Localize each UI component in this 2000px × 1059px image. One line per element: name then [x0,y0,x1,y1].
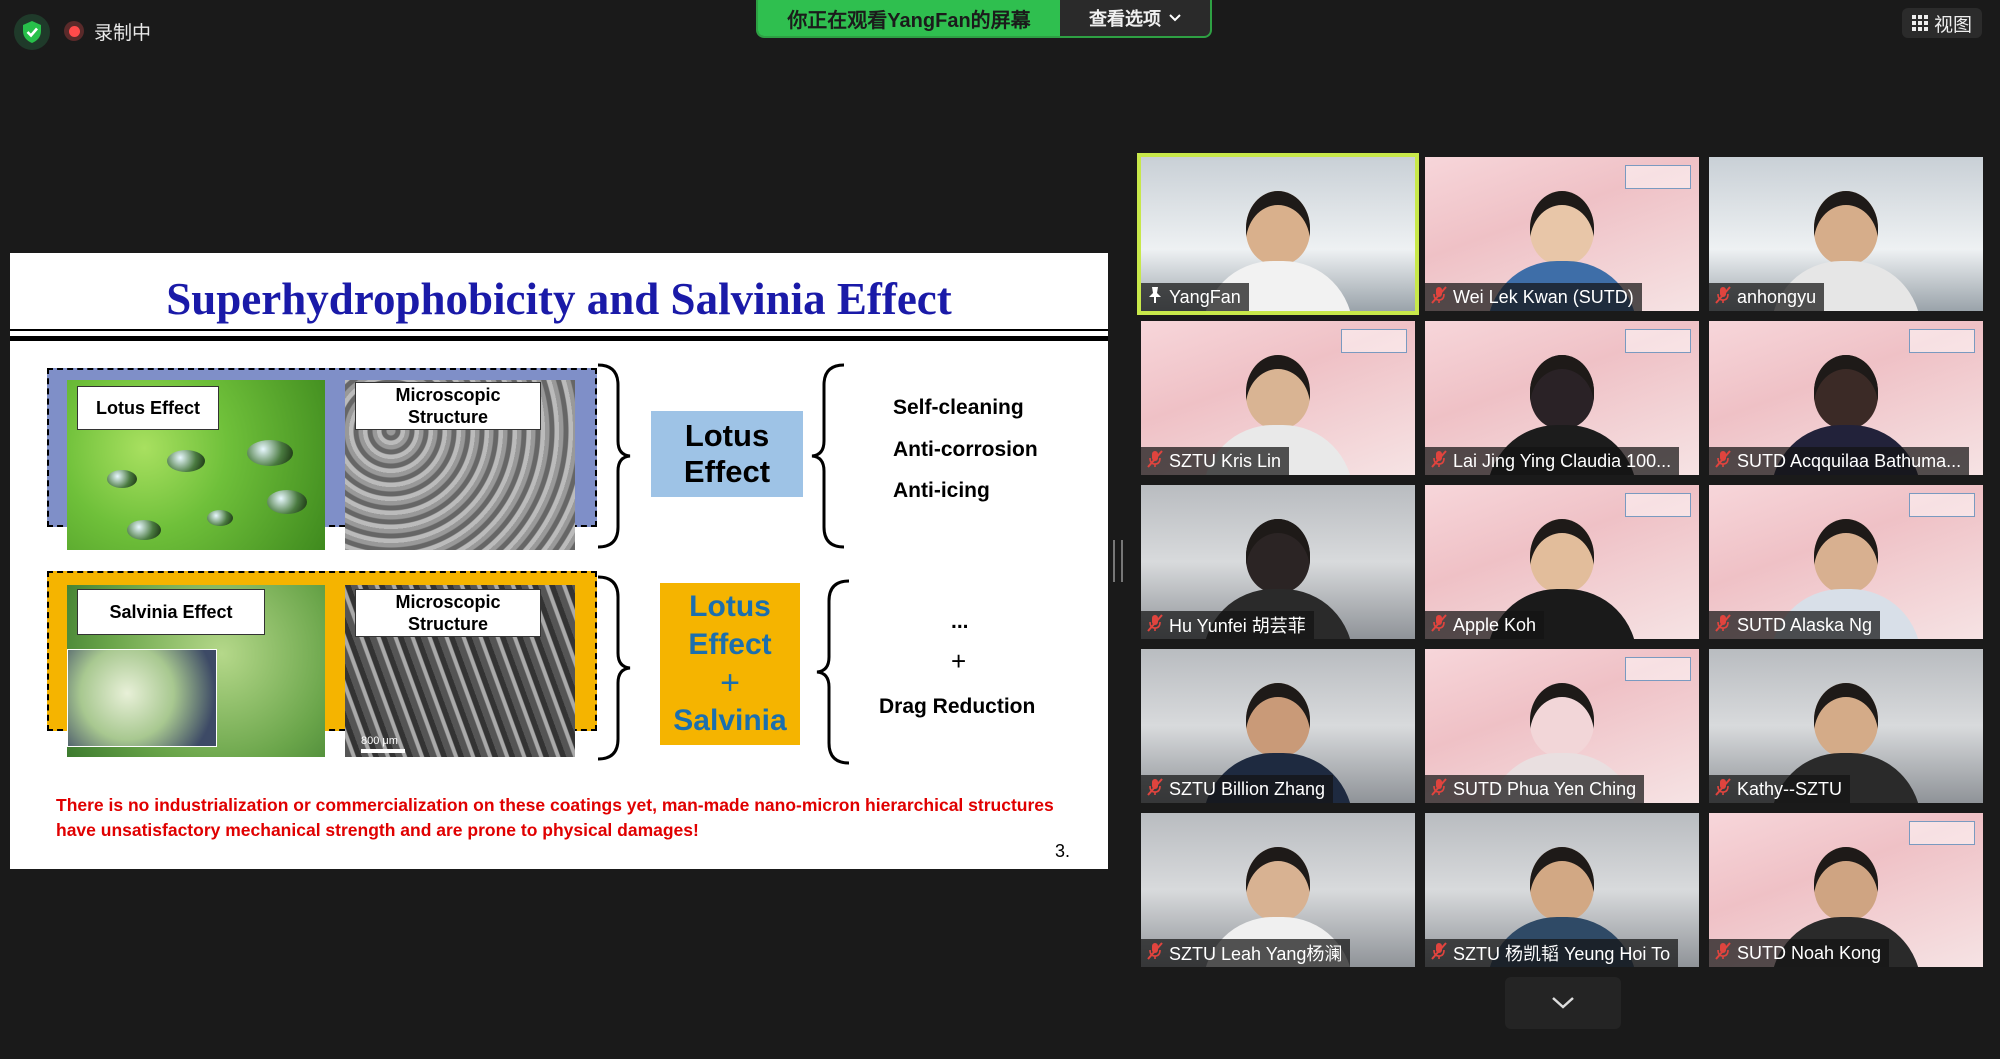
virtual-background-logo [1909,493,1975,517]
mic-off-icon [1431,777,1447,801]
participant-name: Wei Lek Kwan (SUTD) [1453,286,1634,307]
mic-off-icon [1147,777,1163,801]
participant-name-badge: SZTU Kris Lin [1141,447,1290,475]
participant-name-badge: SUTD Phua Yen Ching [1425,775,1645,803]
gallery-scroll-down-button[interactable] [1505,977,1621,1029]
participant-name: SUTD Alaska Ng [1737,614,1873,635]
mic-off-icon [1431,285,1447,309]
participant-name: SZTU Billion Zhang [1169,778,1326,799]
mic-off-icon [1715,777,1731,801]
mic-off-icon [1431,941,1447,965]
participant-tile[interactable]: Kathy--SZTU [1709,649,1983,803]
participant-name-badge: Lai Jing Ying Claudia 100... [1425,447,1680,475]
participant-tile[interactable]: SUTD Acqquilaa Bathuma... [1709,321,1983,475]
participant-tile[interactable]: Wei Lek Kwan (SUTD) [1425,157,1699,311]
participant-tile[interactable]: anhongyu [1709,157,1983,311]
participant-name-badge: anhongyu [1709,283,1825,311]
virtual-background-logo [1625,329,1691,353]
participant-tile[interactable]: YangFan [1137,153,1419,315]
participant-tile[interactable]: SUTD Noah Kong [1709,813,1983,967]
virtual-background-logo [1625,165,1691,189]
participant-name-badge: SUTD Alaska Ng [1709,611,1881,639]
mic-off-icon [1715,449,1731,473]
participant-name-badge: Hu Yunfei 胡芸菲 [1141,611,1314,639]
mic-off-icon [1715,285,1731,309]
participant-name: Hu Yunfei 胡芸菲 [1169,616,1306,636]
participant-name: SUTD Phua Yen Ching [1453,778,1637,799]
participant-name-badge: YangFan [1141,283,1249,311]
chevron-down-icon [1552,997,1574,1009]
mic-off-icon [1431,449,1447,473]
mic-off-icon [1147,941,1163,965]
participant-tile[interactable]: SZTU Leah Yang杨澜 [1141,813,1415,967]
participant-name: anhongyu [1737,286,1817,307]
virtual-background-logo [1909,329,1975,353]
participant-name-badge: Wei Lek Kwan (SUTD) [1425,283,1642,311]
participant-tile[interactable]: SZTU Billion Zhang [1141,649,1415,803]
participant-name: SUTD Acqquilaa Bathuma... [1737,450,1962,471]
pin-icon [1147,286,1163,309]
participant-tile[interactable]: SZTU Kris Lin [1141,321,1415,475]
mic-off-icon [1715,941,1731,965]
virtual-background-logo [1625,493,1691,517]
participant-tile[interactable]: Hu Yunfei 胡芸菲 [1141,485,1415,639]
participant-tile[interactable]: Lai Jing Ying Claudia 100... [1425,321,1699,475]
mic-off-icon [1147,449,1163,473]
participant-name: SZTU 杨凯韬 Yeung Hoi To [1453,944,1671,964]
participant-name: SZTU Leah Yang杨澜 [1169,944,1343,964]
participant-name-badge: SUTD Acqquilaa Bathuma... [1709,447,1970,475]
participant-name-badge: SZTU Leah Yang杨澜 [1141,939,1351,967]
participant-name: Lai Jing Ying Claudia 100... [1453,450,1672,471]
participant-name-badge: SZTU 杨凯韬 Yeung Hoi To [1425,939,1679,967]
meeting-toolbar [0,1040,2000,1059]
mic-off-icon [1147,613,1163,637]
participant-name-badge: Apple Koh [1425,611,1545,639]
participant-tile[interactable]: SUTD Alaska Ng [1709,485,1983,639]
participant-name: Apple Koh [1453,614,1537,635]
mic-off-icon [1431,613,1447,637]
virtual-background-logo [1625,657,1691,681]
participant-tile[interactable]: SUTD Phua Yen Ching [1425,649,1699,803]
participant-name: Kathy--SZTU [1737,778,1843,799]
participant-name: SUTD Noah Kong [1737,942,1882,963]
virtual-background-logo [1909,821,1975,845]
mic-off-icon [1715,613,1731,637]
participant-name-badge: SUTD Noah Kong [1709,939,1890,967]
virtual-background-logo [1341,329,1407,353]
participant-tile[interactable]: Apple Koh [1425,485,1699,639]
participant-name-badge: Kathy--SZTU [1709,775,1851,803]
video-gallery: YangFan Wei Lek Kwan (SUTD) anhongyu SZTU K… [0,0,2000,1059]
participant-name: SZTU Kris Lin [1169,450,1282,471]
participant-tile[interactable]: SZTU 杨凯韬 Yeung Hoi To [1425,813,1699,967]
participant-name: YangFan [1169,286,1241,307]
participant-name-badge: SZTU Billion Zhang [1141,775,1334,803]
